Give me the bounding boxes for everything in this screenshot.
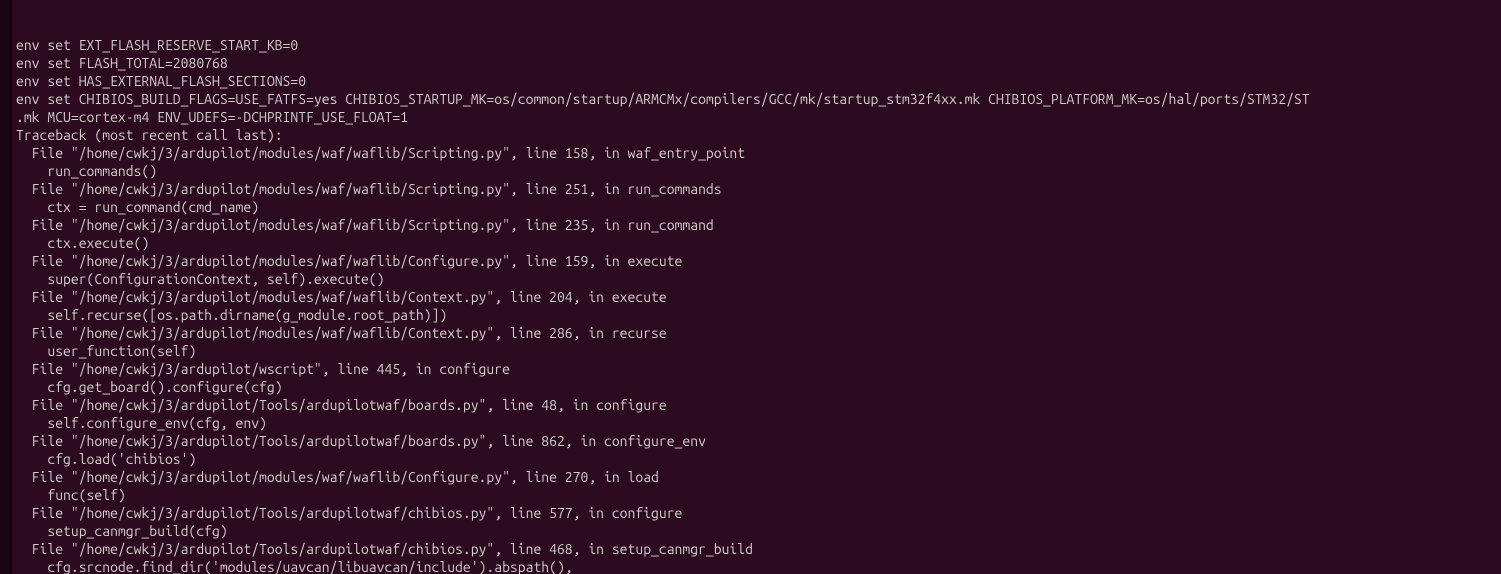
output-line: .mk MCU=cortex-m4 ENV_UDEFS=-DCHPRINTF_U… [16,108,1497,126]
output-line: env set FLASH_TOTAL=2080768 [16,54,1497,72]
output-line: ctx = run_command(cmd_name) [16,198,1497,216]
output-line: File "/home/cwkj/3/ardupilot/modules/waf… [16,180,1497,198]
output-line: func(self) [16,486,1497,504]
output-line: self.configure_env(cfg, env) [16,414,1497,432]
output-line: cfg.srcnode.find_dir('modules/uavcan/lib… [16,558,1497,574]
output-line: super(ConfigurationContext, self).execut… [16,270,1497,288]
output-line: File "/home/cwkj/3/ardupilot/modules/waf… [16,288,1497,306]
output-line: env set EXT_FLASH_RESERVE_START_KB=0 [16,36,1497,54]
output-line: run_commands() [16,162,1497,180]
output-line: File "/home/cwkj/3/ardupilot/modules/waf… [16,468,1497,486]
output-line: File "/home/cwkj/3/ardupilot/modules/waf… [16,252,1497,270]
sidebar-panel [0,0,12,574]
output-line: File "/home/cwkj/3/ardupilot/modules/waf… [16,324,1497,342]
output-line: File "/home/cwkj/3/ardupilot/Tools/ardup… [16,396,1497,414]
output-line: Traceback (most recent call last): [16,126,1497,144]
output-line: File "/home/cwkj/3/ardupilot/Tools/ardup… [16,540,1497,558]
output-line: File "/home/cwkj/3/ardupilot/Tools/ardup… [16,432,1497,450]
output-line: File "/home/cwkj/3/ardupilot/modules/waf… [16,144,1497,162]
output-line: ctx.execute() [16,234,1497,252]
output-line: setup_canmgr_build(cfg) [16,522,1497,540]
terminal-output[interactable]: env set EXT_FLASH_RESERVE_START_KB=0env … [12,0,1501,574]
output-line: self.recurse([os.path.dirname(g_module.r… [16,306,1497,324]
output-line: File "/home/cwkj/3/ardupilot/wscript", l… [16,360,1497,378]
output-line: env set CHIBIOS_BUILD_FLAGS=USE_FATFS=ye… [16,90,1497,108]
output-line: env set HAS_EXTERNAL_FLASH_SECTIONS=0 [16,72,1497,90]
output-line: cfg.load('chibios') [16,450,1497,468]
output-line: user_function(self) [16,342,1497,360]
output-line: cfg.get_board().configure(cfg) [16,378,1497,396]
output-line: File "/home/cwkj/3/ardupilot/Tools/ardup… [16,504,1497,522]
output-line: File "/home/cwkj/3/ardupilot/modules/waf… [16,216,1497,234]
